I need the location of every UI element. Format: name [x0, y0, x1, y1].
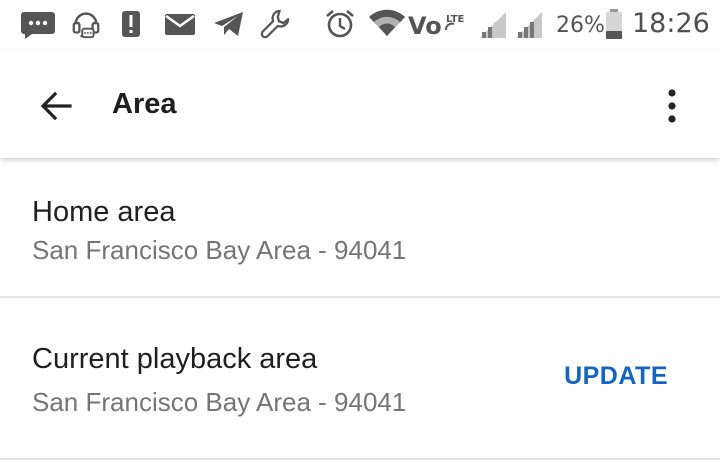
more-vert-icon — [668, 89, 676, 123]
home-area-subtitle: San Francisco Bay Area - 94041 — [32, 235, 407, 265]
page-title: Area — [112, 88, 177, 120]
mail-icon — [165, 14, 195, 35]
home-area-item[interactable]: Home area San Francisco Bay Area - 94041 — [0, 158, 720, 298]
home-area-title: Home area — [32, 196, 176, 228]
headset-notification-icon — [72, 12, 100, 39]
telegram-icon — [214, 12, 243, 36]
battery-percent: 26% — [556, 13, 605, 38]
arrow-back-icon — [40, 91, 72, 121]
back-button[interactable] — [24, 74, 88, 138]
signal-icon — [480, 12, 506, 38]
area-settings-list: Home area San Francisco Bay Area - 94041… — [0, 158, 720, 460]
alarm-icon — [326, 10, 354, 38]
svg-text:Vo: Vo — [408, 12, 442, 40]
wrench-icon — [260, 9, 290, 39]
volte-icon: Vo LTE — [408, 12, 465, 40]
svg-text:LTE: LTE — [446, 14, 465, 25]
more-options-button[interactable] — [648, 74, 696, 138]
current-playback-area-subtitle: San Francisco Bay Area - 94041 — [32, 387, 407, 417]
update-button[interactable]: UPDATE — [564, 360, 668, 392]
message-icon — [21, 12, 55, 39]
clock-time: 18:26 — [632, 8, 710, 39]
battery-icon — [606, 9, 622, 39]
status-bar: Vo LTE 26% 18:26 — [0, 0, 720, 50]
current-playback-area-item: Current playback area San Francisco Bay … — [0, 298, 720, 460]
alert-icon — [122, 11, 140, 37]
current-playback-area-title: Current playback area — [32, 343, 318, 375]
app-bar: Area — [0, 50, 720, 158]
wifi-icon — [369, 9, 405, 36]
signal-icon — [516, 12, 542, 38]
